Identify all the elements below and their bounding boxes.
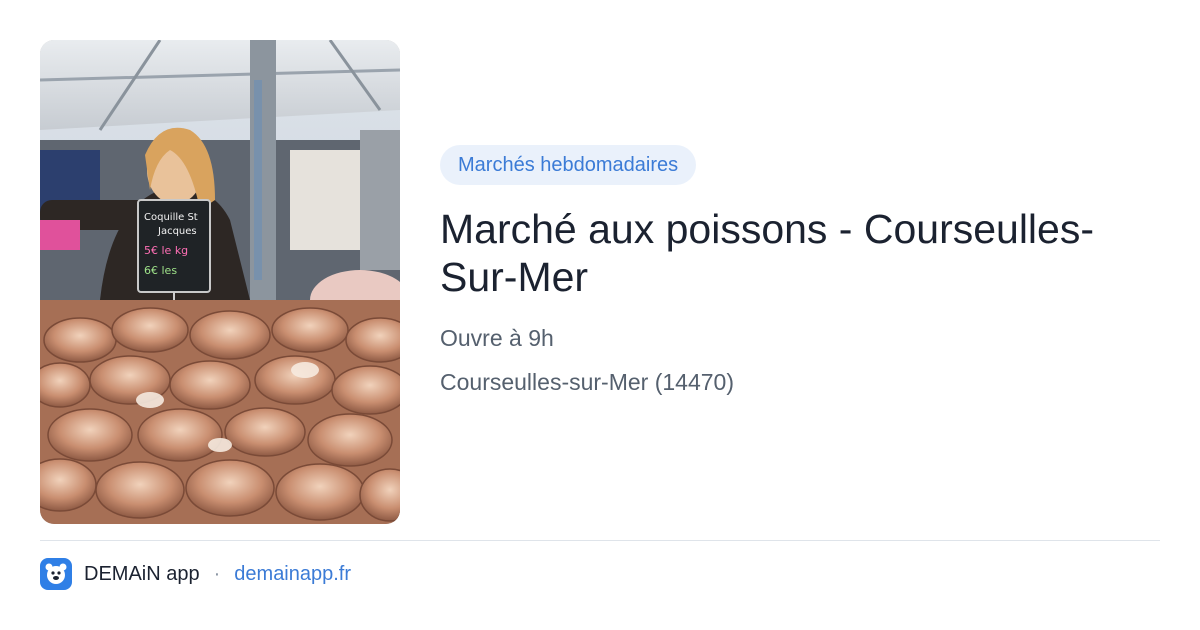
sign-line1: Coquille St: [144, 212, 198, 223]
location-text: Courseulles-sur-Mer (14470): [440, 369, 734, 395]
footer: DEMAiN app · demainapp.fr: [40, 557, 351, 591]
category-tag[interactable]: Marchés hebdomadaires: [440, 145, 697, 185]
sign-price2: 6€ les: [144, 264, 177, 277]
card-content: Marchés hebdomadaires Marché aux poisson…: [440, 145, 1160, 397]
opening-hours: Ouvre à 9h: [440, 325, 554, 351]
sign-line2: Jacques: [157, 226, 197, 237]
domain-link[interactable]: demainapp.fr: [234, 563, 351, 586]
demain-app-logo-icon: [40, 558, 72, 590]
page-title: Marché aux poissons - Courseulles-Sur-Me…: [440, 206, 1094, 300]
market-photo: Coquille St Jacques 5€ le kg 6€ les: [40, 40, 400, 524]
sign-price1: 5€ le kg: [144, 244, 188, 257]
app-name: DEMAiN app: [84, 562, 200, 585]
footer-separator: ·: [213, 562, 221, 585]
footer-divider: [40, 540, 1160, 541]
